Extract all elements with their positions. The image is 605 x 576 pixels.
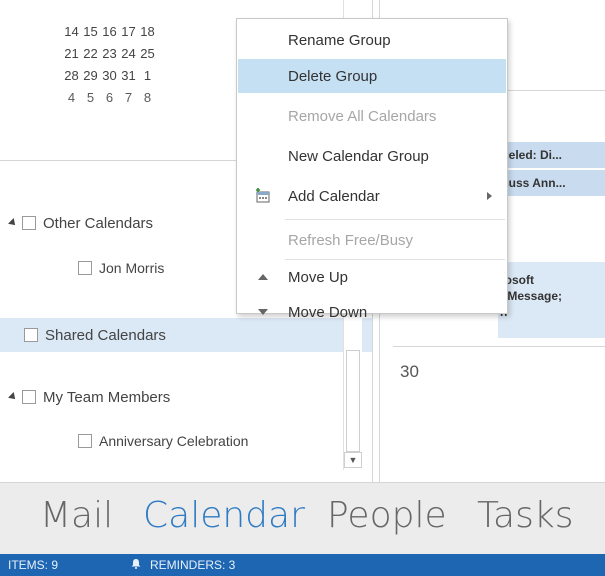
mini-calendar-day[interactable]: 17 [119,24,138,39]
mini-calendar-day[interactable]: 21 [62,46,81,61]
scrollbar-thumb[interactable] [346,350,360,452]
menu-item-move-up[interactable]: Move Up [238,260,506,294]
mini-calendar-week: 14 15 16 17 18 [62,20,157,42]
nav-mail[interactable]: Mail [40,495,113,536]
menu-item-rename-group[interactable]: Rename Group [238,23,506,57]
menu-item-label: Move Down [288,303,368,321]
menu-item-move-down[interactable]: Move Down [238,295,506,329]
tree-group-shared-calendars[interactable]: Shared Calendars [24,322,166,348]
submenu-arrow-icon [487,192,492,200]
items-count: ITEMS: 9 [8,558,59,572]
appointment-line: : Message; [500,289,563,303]
reminders-count[interactable]: REMINDERS: 3 [150,558,235,572]
nav-people[interactable]: People [327,495,447,536]
arrow-down-icon [254,303,272,321]
menu-item-label: Remove All Calendars [288,107,437,125]
mini-calendar-day[interactable]: 23 [100,46,119,61]
tree-group-my-team-members[interactable]: My Team Members [8,384,171,410]
menu-separator [285,219,505,220]
tree-group-label: Shared Calendars [45,326,166,344]
reminder-bell-icon[interactable] [130,558,142,573]
mini-calendar: 14 15 16 17 18 21 22 23 24 25 28 29 30 3… [62,20,157,108]
tree-item-jon-morris[interactable]: Jon Morris [78,255,164,281]
nav-calendar[interactable]: Calendar [143,495,305,536]
mini-calendar-week: 21 22 23 24 25 [62,42,157,64]
day-number[interactable]: 30 [400,362,419,382]
context-menu: Rename Group Delete Group Remove All Cal… [236,18,508,321]
mini-calendar-day[interactable]: 24 [119,46,138,61]
menu-item-refresh-free-busy: Refresh Free/Busy [238,223,506,257]
appointment[interactable]: cuss Ann... [500,170,605,196]
my-team-members-checkbox[interactable] [22,390,36,404]
mini-calendar-day[interactable]: 28 [62,68,81,83]
menu-item-label: Add Calendar [288,187,380,205]
tree-item-anniversary-celebration[interactable]: Anniversary Celebration [78,428,248,454]
mini-calendar-day[interactable]: 7 [119,90,138,105]
mini-calendar-week: 28 29 30 31 1 [62,64,157,86]
expand-triangle-icon[interactable] [8,392,18,402]
add-calendar-icon [254,187,272,205]
nav-tasks[interactable]: Tasks [477,495,573,536]
mini-calendar-day[interactable]: 8 [138,90,157,105]
mini-calendar-day[interactable]: 22 [81,46,100,61]
tree-item-label: Anniversary Celebration [99,433,249,449]
other-calendars-checkbox[interactable] [22,216,36,230]
mini-calendar-day[interactable]: 14 [62,24,81,39]
menu-item-delete-group[interactable]: Delete Group [238,59,506,93]
tree-group-other-calendars[interactable]: Other Calendars [8,210,154,236]
appointment[interactable]: celed: Di... [500,142,605,168]
mini-calendar-day[interactable]: 16 [100,24,119,39]
mini-calendar-day[interactable]: 18 [138,24,157,39]
grid-line [393,346,605,347]
tree-group-label: Other Calendars [43,214,154,232]
menu-item-new-calendar-group[interactable]: New Calendar Group [238,139,506,173]
menu-item-label: Delete Group [288,67,378,85]
appointment-line: rosoft [500,273,534,287]
status-bar: ITEMS: 9 REMINDERS: 3 [0,554,605,576]
mini-calendar-day[interactable]: 6 [100,90,119,105]
arrow-up-icon [254,268,272,286]
mini-calendar-day[interactable]: 15 [81,24,100,39]
tree-item-label: Jon Morris [99,260,165,276]
anniversary-celebration-checkbox[interactable] [78,434,92,448]
mini-calendar-day[interactable]: 5 [81,90,100,105]
appointment-block[interactable]: rosoft : Message; n [498,262,605,338]
mini-calendar-day[interactable]: 25 [138,46,157,61]
menu-item-remove-all-calendars: Remove All Calendars [238,99,506,133]
jon-morris-checkbox[interactable] [78,261,92,275]
shared-calendars-checkbox[interactable] [24,328,38,342]
mini-calendar-day[interactable]: 31 [119,68,138,83]
menu-item-label: Refresh Free/Busy [288,231,414,249]
mini-calendar-day[interactable]: 1 [138,68,157,83]
mini-calendar-day[interactable]: 29 [81,68,100,83]
tree-group-label: My Team Members [43,388,171,406]
menu-item-label: Move Up [288,268,349,286]
mini-calendar-week: 4 5 6 7 8 [62,86,157,108]
expand-triangle-icon[interactable] [8,218,18,228]
appointment-line: n [500,304,605,320]
menu-item-label: New Calendar Group [288,147,429,165]
navigation-bar: Mail Calendar People Tasks [0,482,605,555]
menu-item-label: Rename Group [288,31,391,49]
mini-calendar-day[interactable]: 30 [100,68,119,83]
scroll-down-arrow-icon[interactable]: ▼ [344,452,362,468]
mini-calendar-day[interactable]: 4 [62,90,81,105]
menu-item-add-calendar[interactable]: Add Calendar [238,179,506,213]
